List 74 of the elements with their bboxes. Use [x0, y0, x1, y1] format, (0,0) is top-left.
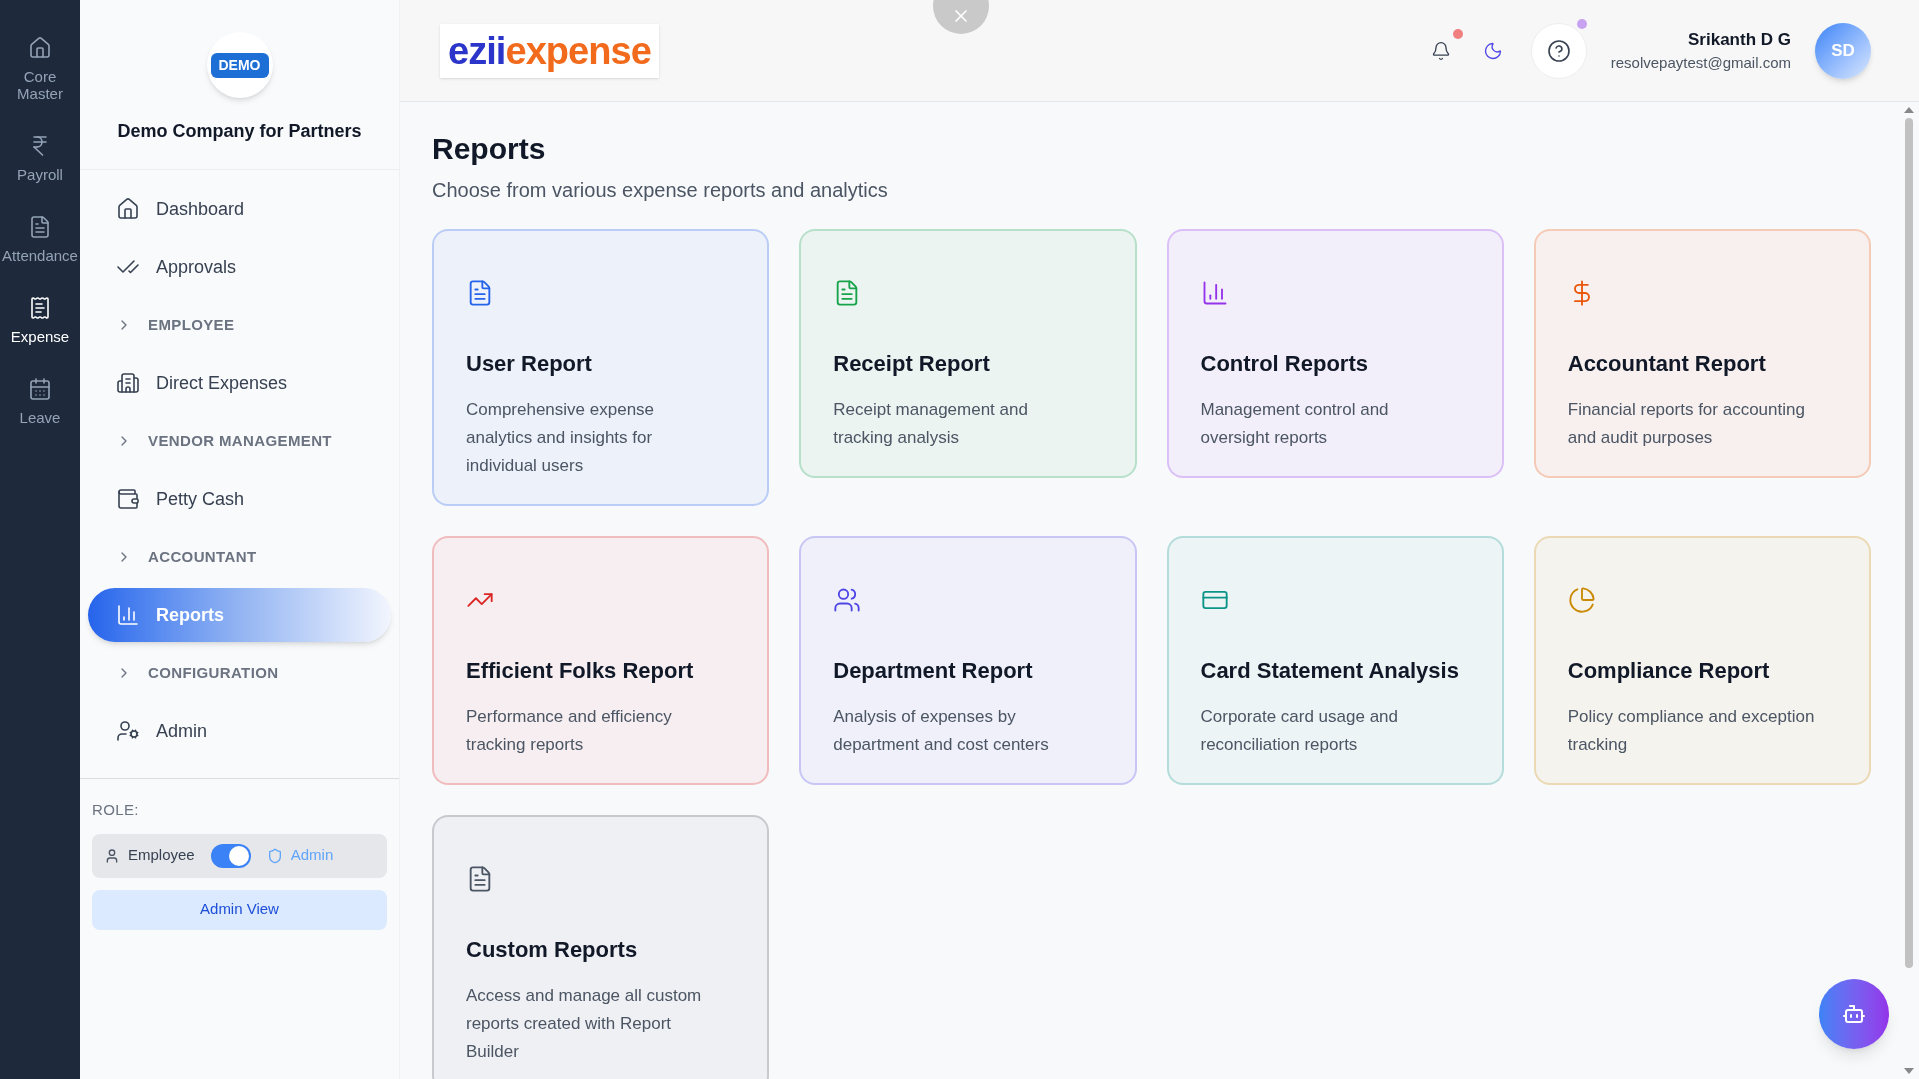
bar-chart-icon — [116, 603, 140, 627]
nav-item[interactable]: Approvals — [88, 240, 391, 294]
card-description: Management control and oversight reports — [1200, 399, 1390, 449]
user-name: Srikanth D G — [1688, 28, 1791, 51]
page-subtitle: Choose from various expense reports and analytics — [432, 178, 889, 203]
nav-section[interactable]: VENDOR MANAGEMENT — [88, 414, 391, 468]
shield-icon — [266, 847, 283, 864]
rail-item[interactable]: Expense — [0, 296, 80, 345]
card-title: Control Reports — [1200, 350, 1369, 378]
users-icon — [833, 586, 862, 614]
rail-item[interactable]: Leave — [0, 377, 80, 426]
bell-icon — [1430, 40, 1451, 61]
scroll-up-icon[interactable] — [1903, 106, 1915, 114]
admin-view-button[interactable]: Admin View — [92, 889, 387, 930]
user-email: resolvepaytest@gmail.com — [1610, 53, 1791, 73]
card-title: Receipt Report — [833, 350, 991, 378]
help-icon — [1546, 38, 1571, 63]
report-card[interactable]: Efficient Folks Report Performance and efficiency tracking reports — [432, 536, 770, 785]
role-label: ROLE: — [92, 800, 140, 820]
card-title: Card Statement Analysis — [1200, 657, 1460, 685]
document-icon — [28, 215, 52, 239]
moon-icon — [1482, 40, 1503, 61]
wallet-icon — [116, 487, 140, 511]
role-option: Admin — [290, 844, 334, 867]
page-title: Reports — [432, 131, 547, 167]
app-logo: eziiexpense — [440, 23, 659, 78]
scroll-thumb[interactable] — [1905, 118, 1913, 968]
card-description: Financial reports for accounting and audit purposes — [1567, 399, 1806, 449]
card-description: Policy compliance and exception tracking — [1567, 706, 1816, 756]
card-title: Efficient Folks Report — [466, 657, 695, 685]
calendar-icon — [28, 377, 52, 401]
receipt-icon — [28, 296, 52, 320]
card-description: Access and manage all custom reports created with Report Builder — [466, 985, 703, 1063]
report-card[interactable]: Accountant Report Financial reports for accounting and audit purposes — [1533, 229, 1871, 478]
report-card[interactable]: Custom Reports Access and manage all custom reports created with Report Builder — [432, 815, 770, 1079]
home-icon — [116, 197, 140, 221]
card-description: Comprehensive expense analytics and insights for individual users — [466, 399, 656, 477]
nav-item[interactable]: Petty Cash — [88, 472, 391, 526]
assistant-button[interactable] — [1819, 979, 1889, 1049]
nav-item[interactable]: Direct Expenses — [88, 356, 391, 410]
rail-item[interactable]: Payroll — [0, 134, 80, 183]
building-icon — [116, 371, 140, 395]
report-card[interactable]: Department Report Analysis of expenses by department and cost centers — [799, 536, 1137, 785]
nav-item[interactable]: Admin — [88, 704, 391, 758]
rail-item[interactable]: Core Master — [0, 36, 80, 102]
card-description: Performance and efficiency tracking reports — [466, 706, 673, 756]
card-description: Analysis of expenses by department and cost centers — [833, 706, 1050, 756]
report-card[interactable]: Control Reports Management control and oversight reports — [1166, 229, 1504, 478]
user-icon — [104, 847, 120, 864]
user-gear-icon — [116, 719, 140, 743]
role-option: Employee — [128, 844, 195, 867]
rail-item[interactable]: Attendance — [0, 215, 80, 264]
card-title: Compliance Report — [1567, 657, 1771, 685]
nav-section[interactable]: EMPLOYEE — [88, 298, 391, 352]
report-card[interactable]: User Report Comprehensive expense analytics and insights for individual users — [432, 229, 770, 506]
report-card[interactable]: Compliance Report Policy compliance and exception tracking — [1533, 536, 1871, 785]
role-toggle[interactable] — [210, 843, 251, 868]
company-name: Demo Company for Partners — [117, 120, 362, 143]
pie-chart-icon — [1567, 586, 1596, 614]
scroll-down-icon[interactable] — [1903, 1067, 1915, 1075]
card-title: User Report — [466, 350, 593, 378]
home-icon — [28, 36, 52, 60]
nav-item[interactable]: Dashboard — [88, 182, 391, 236]
card-title: Department Report — [833, 657, 1034, 685]
card-description: Receipt management and tracking analysis — [833, 399, 1029, 449]
company-logo: DEMO — [206, 32, 273, 98]
report-card[interactable]: Receipt Report Receipt management and tracking analysis — [799, 229, 1137, 478]
robot-icon — [1842, 1002, 1866, 1026]
nav-section[interactable]: ACCOUNTANT — [88, 530, 391, 584]
card-title: Accountant Report — [1567, 350, 1767, 378]
nav-section[interactable]: CONFIGURATION — [88, 646, 391, 700]
card-title: Custom Reports — [466, 936, 639, 964]
card-description: Corporate card usage and reconciliation reports — [1200, 706, 1400, 756]
report-card[interactable]: Card Statement Analysis Corporate card usage and reconciliation reports — [1166, 536, 1504, 785]
